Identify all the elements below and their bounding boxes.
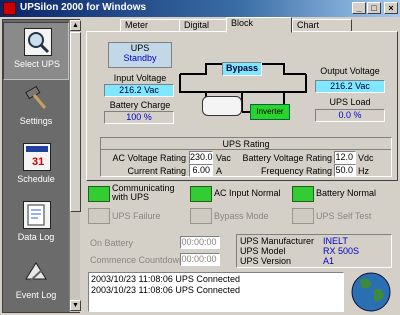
- ups-info-box: UPS Manufacturer INELT UPS Model RX 500S…: [236, 234, 392, 268]
- manufacturer-value: INELT: [323, 236, 348, 246]
- version-value: A1: [323, 256, 335, 266]
- self-test-status-icon: [292, 208, 314, 224]
- battery-status-icon: [292, 186, 314, 202]
- magnifier-icon: [24, 28, 52, 56]
- sidebar-item-label: Select UPS: [13, 59, 61, 69]
- app-icon[interactable]: [3, 2, 16, 15]
- current-rating-field: 6.00: [189, 164, 213, 177]
- bypass-mode-status-icon: [190, 208, 212, 224]
- window-title: UPSilon 2000 for Windows: [20, 2, 147, 13]
- ac-input-status-icon: [190, 186, 212, 202]
- on-battery-timer: 00:00:00: [180, 236, 220, 249]
- globe-icon: [351, 272, 391, 312]
- on-battery-label: On Battery: [90, 238, 134, 248]
- current-unit: A: [216, 166, 223, 176]
- calendar-icon: 31: [23, 143, 51, 171]
- ups-load-label: UPS Load: [329, 97, 371, 107]
- ups-info-right: Output Voltage 216.2 Vac UPS Load 0.0 %: [312, 62, 388, 137]
- model-label: UPS Model: [240, 246, 286, 256]
- scroll-down-button[interactable]: ▼: [70, 300, 81, 311]
- ups-state-box: UPS Standby: [108, 42, 172, 68]
- current-rating-label: Current Rating: [127, 166, 186, 176]
- sidebar-item-select-ups[interactable]: Select UPS: [3, 22, 69, 80]
- list-item: 2003/10/23 11:08:06 UPS Connected: [91, 274, 240, 284]
- sidebar-item-label: Event Log: [15, 290, 57, 300]
- ups-state: Standby: [123, 53, 157, 63]
- frequency-rating-label: Frequency Rating: [260, 166, 332, 176]
- svg-text:31: 31: [32, 156, 44, 168]
- battery-status-label: Battery Normal: [316, 188, 377, 198]
- version-label: UPS Version: [240, 256, 292, 266]
- sidebar: Select UPS Settings 31 Schedule Data Log…: [2, 19, 81, 313]
- sidebar-item-data-log[interactable]: Data Log: [3, 196, 69, 254]
- model-value: RX 500S: [323, 246, 360, 256]
- list-item: 2003/10/23 11:08:06 UPS Connected: [91, 285, 240, 295]
- data-log-icon: [23, 201, 51, 229]
- self-test-status-label: UPS Self Test: [316, 211, 372, 221]
- scroll-thumb[interactable]: [70, 32, 81, 212]
- communicating-status-icon: [88, 186, 110, 202]
- tab-block[interactable]: Block: [226, 17, 292, 33]
- battery-charge-label: Battery Charge: [109, 100, 171, 110]
- ups-info-left: UPS Standby Input Voltage 216.2 Vac Batt…: [102, 42, 178, 132]
- hammer-icon: [23, 85, 49, 111]
- battery-voltage-rating-field: 12.0: [334, 151, 356, 164]
- input-voltage-value: 216.2 Vac: [104, 84, 174, 97]
- countdown-label: Commence Countdown: [90, 255, 185, 265]
- frequency-unit: Hz: [358, 166, 369, 176]
- battery-voltage-rating-label: Battery Voltage Rating: [242, 153, 332, 163]
- event-log-list[interactable]: 2003/10/23 11:08:06 UPS Connected 2003/1…: [88, 272, 344, 312]
- ac-voltage-unit: Vac: [216, 153, 231, 163]
- sidebar-item-schedule[interactable]: 31 Schedule: [3, 138, 69, 196]
- communicating-status-label: Communicating with UPS: [112, 183, 175, 202]
- sidebar-item-label: Schedule: [17, 174, 55, 184]
- ac-input-status-label: AC Input Normal: [214, 188, 281, 198]
- ac-voltage-rating-label: AC Voltage Rating: [112, 153, 186, 163]
- output-voltage-value: 216.2 Vac: [315, 80, 385, 93]
- minimize-button[interactable]: _: [352, 2, 366, 14]
- bypass-mode-status-label: Bypass Mode: [214, 211, 269, 221]
- inverter-block: Inverter: [250, 104, 290, 120]
- ac-voltage-rating-field: 230.0: [189, 151, 213, 164]
- sidebar-item-event-log[interactable]: Event Log: [3, 254, 69, 312]
- bypass-block: Bypass: [222, 62, 262, 76]
- sidebar-item-label: Settings: [19, 116, 53, 126]
- battery-charge-value: 100 %: [104, 111, 174, 124]
- battery-icon: [202, 96, 242, 116]
- sidebar-item-settings[interactable]: Settings: [3, 80, 69, 138]
- status-panel: Communicating with UPS AC Input Normal B…: [86, 184, 398, 230]
- ups-failure-status-icon: [88, 208, 110, 224]
- frequency-rating-field: 50.0: [334, 164, 356, 177]
- title-bar: UPSilon 2000 for Windows _ □ ×: [0, 0, 400, 17]
- ups-load-value: 0.0 %: [315, 109, 385, 122]
- sidebar-scrollbar[interactable]: ▲ ▼: [69, 20, 81, 312]
- timers-panel: On Battery 00:00:00 Commence Countdown 0…: [90, 235, 230, 269]
- countdown-timer: 00:00:00: [180, 253, 220, 266]
- maximize-button[interactable]: □: [367, 2, 381, 14]
- ups-failure-status-label: UPS Failure: [112, 211, 161, 221]
- battery-voltage-unit: Vdc: [358, 153, 374, 163]
- ups-rating-title: UPS Rating: [101, 139, 391, 150]
- output-voltage-label: Output Voltage: [320, 66, 380, 76]
- scroll-up-button[interactable]: ▲: [70, 20, 81, 31]
- manufacturer-label: UPS Manufacturer: [240, 236, 315, 246]
- sidebar-item-label: Data Log: [17, 232, 55, 242]
- close-button[interactable]: ×: [384, 2, 398, 14]
- input-voltage-label: Input Voltage: [113, 73, 167, 83]
- event-log-icon: [23, 259, 49, 285]
- ups-label: UPS: [130, 43, 150, 53]
